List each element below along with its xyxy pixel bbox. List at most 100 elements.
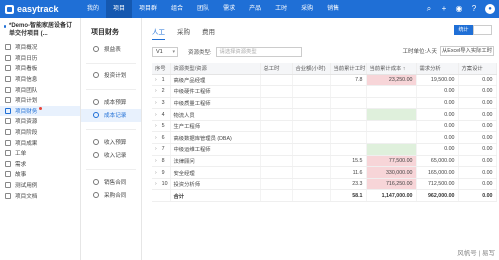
table-cell	[330, 120, 367, 133]
nav-item-3[interactable]: 组合	[164, 0, 190, 18]
bell-icon[interactable]: ◉	[455, 5, 463, 13]
table-cell: 高级数据库管理员 (DBA)	[170, 131, 261, 145]
column-header[interactable]: 序号	[152, 63, 171, 75]
table-cell: 65,000.00	[416, 155, 459, 168]
sidebar-item[interactable]: 项目看板	[0, 63, 80, 74]
sidebar-item[interactable]: 项目文档	[0, 190, 80, 201]
sidebar-item-icon	[5, 182, 11, 189]
expand-arrow-icon[interactable]: ›	[155, 158, 157, 164]
resource-type-select[interactable]: 请选择资源类型	[215, 47, 302, 57]
expand-arrow-icon[interactable]: ›	[155, 170, 157, 176]
sidebar-item[interactable]: 项目计划	[0, 95, 80, 106]
tab-0[interactable]: 人工	[152, 26, 165, 40]
nav-item-7[interactable]: 工时	[268, 0, 294, 18]
finance-menu-item[interactable]: 收入预算	[81, 135, 141, 149]
tab-2[interactable]: 费用	[202, 26, 215, 40]
help-icon[interactable]: ?	[470, 5, 478, 13]
finance-menu-item[interactable]: 损益表	[81, 42, 141, 56]
table-row[interactable]: › 6 高级数据库管理员 (DBA) 0.00 0.00	[152, 131, 497, 145]
table-row[interactable]: › 9 安全经理 11.6 330,000.00 165,000.00 0.00	[152, 166, 497, 179]
finance-menu-item[interactable]: 收入记录	[81, 149, 141, 163]
nav-item-4[interactable]: 团队	[190, 0, 216, 18]
column-header[interactable]: 合业额(小时)	[292, 63, 331, 75]
sidebar-item[interactable]: 工单	[0, 148, 80, 159]
sidebar-item[interactable]: 测试用例	[0, 180, 80, 191]
sidebar-item[interactable]: 项目团队	[0, 84, 80, 95]
add-icon[interactable]: +	[440, 5, 448, 13]
finance-menu-item[interactable]: 成本预算	[81, 95, 141, 109]
table-cell: 15.5	[330, 155, 367, 168]
table-row[interactable]: › 3 中级质量工程师 0.00 0.00	[152, 97, 497, 110]
expand-arrow-icon[interactable]: ›	[155, 88, 157, 94]
sidebar-item[interactable]: 需求	[0, 159, 80, 170]
sidebar-item[interactable]: 项目资源	[0, 116, 80, 127]
column-header[interactable]: 总工时	[260, 63, 293, 75]
finance-menu-item[interactable]: 销售合同	[81, 175, 141, 189]
table-row[interactable]: › 10 投资分析师 23.3 716,250.00 712,500.00 0.00	[152, 178, 497, 191]
sidebar-item-icon	[5, 160, 11, 167]
sidebar-item[interactable]: 项目财务	[0, 105, 80, 117]
project-header[interactable]: *Demo-智能家居设备订单交付项目 (...	[0, 18, 80, 42]
brand-logo[interactable]: easytrack	[0, 0, 80, 18]
cost-table-wrap: 序号 资源类型/资源 总工时 合业额(小时) 当前累计工时 当前累计成本 ↑ 需求分析 方案设…	[152, 63, 497, 203]
table-body: › 1 高级产品经理 7.8 23,250.00 19,500.00 0.00 › 2 中级硬件工…	[152, 74, 497, 203]
sidebar-item-label: 项目成果	[15, 140, 38, 147]
sidebar-item[interactable]: 故事	[0, 169, 80, 180]
table-row[interactable]: › 1 高级产品经理 7.8 23,250.00 19,500.00 0.00	[152, 74, 497, 87]
sidebar-item[interactable]: 项目阶段	[0, 127, 80, 138]
expand-arrow-icon[interactable]: ›	[155, 181, 157, 187]
nav-item-9[interactable]: 销售	[320, 0, 346, 18]
expand-arrow-icon[interactable]: ›	[155, 112, 157, 118]
sidebar-item[interactable]: 项目日历	[0, 53, 80, 64]
nav-item-2[interactable]: 项目群	[132, 0, 164, 18]
finance-menu-icon	[93, 138, 99, 145]
expand-arrow-icon[interactable]: ›	[155, 100, 157, 106]
finance-menu-item[interactable]: 成本记录	[81, 108, 141, 122]
cost-tabs: 人工 采购 费用	[152, 26, 215, 40]
search-icon[interactable]: ⌕	[425, 5, 433, 13]
nav-item-5[interactable]: 需求	[216, 0, 242, 18]
nav-item-8[interactable]: 采购	[294, 0, 320, 18]
avatar[interactable]: ●	[485, 4, 495, 14]
sidebar-item[interactable]: 项目成果	[0, 137, 80, 148]
expand-arrow-icon[interactable]: ›	[155, 123, 157, 129]
finance-menu-label: 成本记录	[104, 113, 127, 120]
expand-arrow-icon[interactable]: ›	[155, 146, 157, 152]
view-button-1[interactable]	[473, 25, 492, 35]
expand-arrow-icon[interactable]: ›	[155, 135, 157, 141]
view-button-0[interactable]: 统计	[454, 25, 473, 35]
tab-1[interactable]: 采购	[177, 26, 190, 40]
total-cell: 1,147,000.00	[366, 189, 417, 203]
work-unit-select[interactable]: 工时单位:人天	[402, 47, 437, 55]
column-header[interactable]: 当前累计工时	[330, 63, 367, 75]
finance-menu-item[interactable]: 投资计划	[81, 69, 141, 83]
table-cell	[366, 120, 417, 133]
total-cell: 962,000.00	[416, 189, 459, 203]
table-cell: 法律顾问	[170, 155, 261, 168]
table-row[interactable]: › 4 物流人员 0.00 0.00	[152, 108, 497, 121]
version-select[interactable]: V1	[152, 47, 178, 57]
sidebar-item[interactable]: 项目信息	[0, 74, 80, 85]
nav-item-6[interactable]: 产品	[242, 0, 268, 18]
nav-item-0[interactable]: 我的	[80, 0, 106, 18]
sidebar-item-icon	[5, 171, 11, 178]
nav-item-1[interactable]: 项目	[106, 0, 133, 18]
expand-arrow-icon[interactable]: ›	[155, 77, 157, 83]
table-row[interactable]: › 7 中级运维工程师 0.00 0.00	[152, 143, 497, 156]
table-cell	[292, 143, 331, 156]
finance-menu-item[interactable]: 采购合同	[81, 189, 141, 203]
table-row[interactable]: › 2 中级硬件工程师 0.00 0.00	[152, 85, 497, 98]
menu-divider	[86, 82, 136, 90]
column-header[interactable]: 方案设计	[458, 63, 497, 75]
column-header[interactable]: 当前累计成本 ↑	[366, 63, 417, 75]
sidebar-item-label: 项目财务	[15, 108, 38, 115]
table-row[interactable]: › 5 生产工程师 0.00 0.00	[152, 120, 497, 133]
column-header[interactable]: 需求分析	[416, 63, 459, 75]
import-excel-button[interactable]: 从Excel导入实际工时	[440, 46, 494, 56]
column-header[interactable]: 资源类型/资源	[170, 63, 261, 75]
sidebar-item-label: 需求	[15, 161, 27, 168]
table-cell: › 9	[152, 166, 171, 179]
table-row[interactable]: › 8 法律顾问 15.5 77,500.00 65,000.00 0.00	[152, 155, 497, 168]
sidebar-item[interactable]: 项目概况	[0, 42, 80, 53]
table-cell: 0.00	[458, 131, 497, 145]
